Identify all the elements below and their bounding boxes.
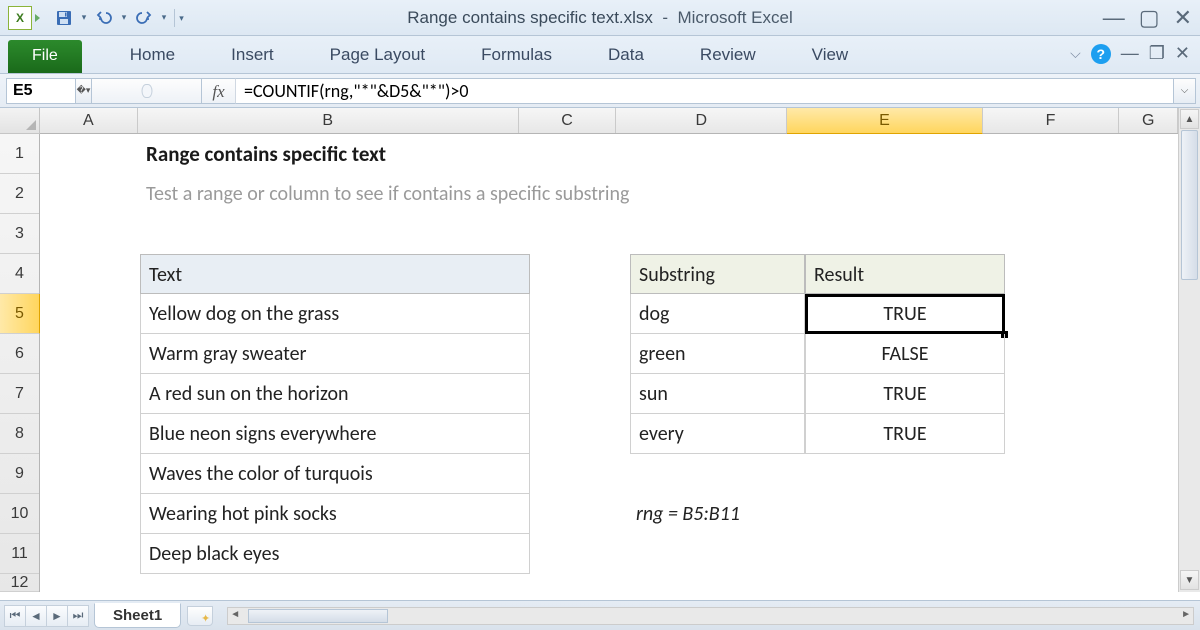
cell-b4-header[interactable]: Text <box>140 254 530 294</box>
cell-b8[interactable]: Blue neon signs everywhere <box>140 414 530 454</box>
maximize-button[interactable]: ▢ <box>1139 7 1160 29</box>
row-header-5[interactable]: 5 <box>0 294 40 334</box>
cell-d7[interactable]: sun <box>630 374 805 414</box>
fx-icon[interactable]: fx <box>202 78 236 104</box>
sheet-tab-sheet1[interactable]: Sheet1 <box>94 603 181 628</box>
vscroll-thumb[interactable] <box>1181 130 1198 280</box>
cell-d8[interactable]: every <box>630 414 805 454</box>
doc-restore-button[interactable]: ❐ <box>1149 43 1165 64</box>
file-tab[interactable]: File <box>8 40 82 73</box>
row-header-3[interactable]: 3 <box>0 214 39 254</box>
row-header-6[interactable]: 6 <box>0 334 39 374</box>
cell-d10-note[interactable]: rng = B5:B11 <box>630 494 930 534</box>
cell-b5[interactable]: Yellow dog on the grass <box>140 294 530 334</box>
excel-logo-icon[interactable]: X <box>8 6 32 30</box>
doc-close-button[interactable]: ✕ <box>1175 43 1190 64</box>
cell-d5[interactable]: dog <box>630 294 805 334</box>
help-icon[interactable]: ? <box>1091 44 1111 64</box>
cell-b9[interactable]: Waves the color of turquois <box>140 454 530 494</box>
row-header-2[interactable]: 2 <box>0 174 39 214</box>
cell-b1-title[interactable]: Range contains specific text <box>140 134 940 174</box>
col-header-b[interactable]: B <box>138 108 519 133</box>
scroll-down-icon[interactable]: ▼ <box>1180 570 1199 590</box>
tab-insert[interactable]: Insert <box>203 36 302 73</box>
close-button[interactable]: ✕ <box>1174 7 1192 29</box>
col-header-g[interactable]: G <box>1119 108 1178 133</box>
hscroll-thumb[interactable] <box>248 609 388 623</box>
cell-b7[interactable]: A red sun on the horizon <box>140 374 530 414</box>
vertical-scrollbar[interactable]: ▲ ▼ <box>1178 108 1200 592</box>
cell-d4-header[interactable]: Substring <box>630 254 805 294</box>
save-button[interactable] <box>50 6 78 30</box>
cell-d6[interactable]: green <box>630 334 805 374</box>
col-header-f[interactable]: F <box>983 108 1120 133</box>
tab-formulas[interactable]: Formulas <box>453 36 580 73</box>
cell-b2-subtitle[interactable]: Test a range or column to see if contain… <box>140 174 940 214</box>
scroll-up-icon[interactable]: ▲ <box>1180 109 1199 129</box>
name-box-dropdown-icon[interactable]: �▾ <box>76 78 92 104</box>
sheet-nav-prev-icon[interactable]: ◄ <box>25 605 47 627</box>
horizontal-scrollbar[interactable] <box>227 607 1194 625</box>
cell-e4-header[interactable]: Result <box>805 254 1005 294</box>
row-header-7[interactable]: 7 <box>0 374 39 414</box>
tab-page-layout[interactable]: Page Layout <box>302 36 453 73</box>
cell-b11[interactable]: Deep black eyes <box>140 534 530 574</box>
formula-bar-spacer <box>92 78 202 104</box>
ribbon-minimize-icon[interactable]: ⌵ <box>1070 45 1081 62</box>
ribbon: File Home Insert Page Layout Formulas Da… <box>0 36 1200 74</box>
col-header-a[interactable]: A <box>40 108 138 133</box>
cell-e6[interactable]: FALSE <box>805 334 1005 374</box>
doc-minimize-button[interactable]: ― <box>1121 43 1139 64</box>
row-headers: 1 2 3 4 5 6 7 8 9 10 11 12 <box>0 134 40 592</box>
col-header-e[interactable]: E <box>787 108 982 134</box>
name-box[interactable]: E5 <box>6 78 76 104</box>
sheet-nav-next-icon[interactable]: ► <box>46 605 68 627</box>
redo-dropdown-icon[interactable]: ▾ <box>160 12 168 23</box>
col-header-d[interactable]: D <box>616 108 787 133</box>
row-header-9[interactable]: 9 <box>0 454 39 494</box>
formula-input[interactable]: =COUNTIF(rng,"*"&D5&"*")>0 <box>236 78 1174 104</box>
sheet-tab-bar: ⏮ ◄ ► ⏭ Sheet1 <box>0 600 1200 630</box>
tab-home[interactable]: Home <box>102 36 203 73</box>
sheet-nav-buttons: ⏮ ◄ ► ⏭ <box>4 605 88 627</box>
cell-b6[interactable]: Warm gray sweater <box>140 334 530 374</box>
row-header-12[interactable]: 12 <box>0 574 39 592</box>
row-header-8[interactable]: 8 <box>0 414 39 454</box>
minimize-button[interactable]: ― <box>1103 7 1125 29</box>
column-headers: A B C D E F G <box>40 108 1178 134</box>
sheet-nav-first-icon[interactable]: ⏮ <box>4 605 26 627</box>
save-dropdown-icon[interactable]: ▾ <box>80 12 88 23</box>
formula-bar: E5 �▾ fx =COUNTIF(rng,"*"&D5&"*")>0 ⌵ <box>0 74 1200 108</box>
row-header-1[interactable]: 1 <box>0 134 39 174</box>
cells-area[interactable]: Range contains specific text Test a rang… <box>40 134 1178 592</box>
title-bar: X ▾ ▾ ▾ ▾ Range contains specific text.x… <box>0 0 1200 36</box>
col-header-c[interactable]: C <box>519 108 617 133</box>
row-header-4[interactable]: 4 <box>0 254 39 294</box>
row-header-10[interactable]: 10 <box>0 494 39 534</box>
cell-e5-selected[interactable]: TRUE <box>805 294 1005 334</box>
cell-e7[interactable]: TRUE <box>805 374 1005 414</box>
formula-bar-expand-icon[interactable]: ⌵ <box>1174 78 1196 104</box>
tab-data[interactable]: Data <box>580 36 672 73</box>
window-controls: ― ▢ ✕ <box>1103 7 1192 29</box>
undo-dropdown-icon[interactable]: ▾ <box>120 12 128 23</box>
cell-e8[interactable]: TRUE <box>805 414 1005 454</box>
sheet-nav-last-icon[interactable]: ⏭ <box>67 605 89 627</box>
worksheet-grid: A B C D E F G 1 2 3 4 5 6 7 8 9 10 11 12… <box>0 108 1200 592</box>
row-header-11[interactable]: 11 <box>0 534 39 574</box>
tab-view[interactable]: View <box>784 36 877 73</box>
undo-button[interactable] <box>90 6 118 30</box>
qat-customize-icon[interactable]: ▾ <box>174 9 188 27</box>
new-sheet-button[interactable] <box>187 606 213 626</box>
redo-button[interactable] <box>130 6 158 30</box>
select-all-corner[interactable] <box>0 108 40 134</box>
quick-access-toolbar: ▾ ▾ ▾ ▾ <box>50 6 188 30</box>
tab-review[interactable]: Review <box>672 36 784 73</box>
cell-b10[interactable]: Wearing hot pink socks <box>140 494 530 534</box>
